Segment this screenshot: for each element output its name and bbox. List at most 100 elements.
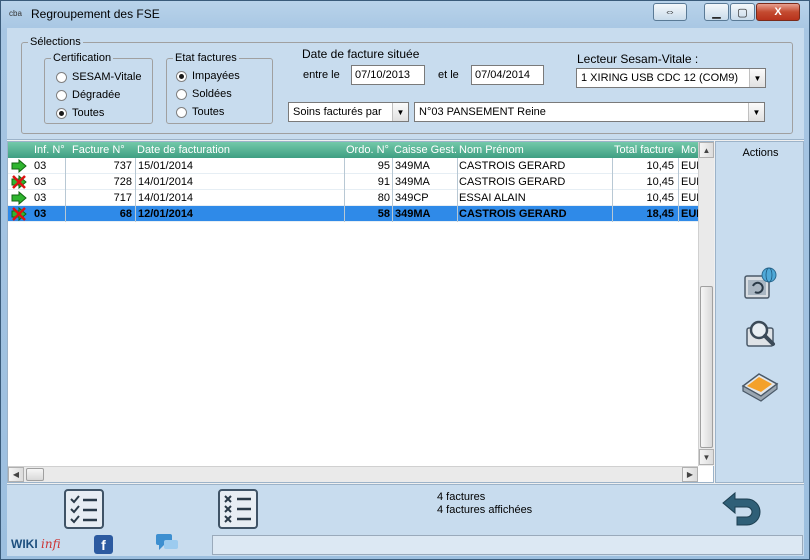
- restore-arrows-button[interactable]: ⇔: [653, 3, 687, 21]
- invoice-grid[interactable]: Inf. N° Facture N° Date de facturation O…: [7, 141, 714, 483]
- cell-caisse: 349MA: [395, 208, 431, 220]
- radio-impayees[interactable]: Impayées: [176, 70, 240, 82]
- radio-soldees[interactable]: Soldées: [176, 88, 232, 100]
- client-area: Sélections Certification SESAM-Vitale Dé…: [7, 28, 804, 556]
- actions-title: Actions: [742, 147, 779, 159]
- cell-caisse: 349MA: [395, 176, 430, 188]
- cell-date: 14/01/2014: [138, 176, 194, 188]
- cell-mo: EUR: [681, 192, 698, 204]
- scroll-down-icon[interactable]: ▼: [699, 449, 714, 465]
- col-date[interactable]: Date de facturation: [137, 144, 230, 156]
- soins-select[interactable]: Soins facturés par ▼: [288, 102, 409, 122]
- soins-value: Soins facturés par: [293, 106, 382, 118]
- column-divider: [65, 190, 66, 206]
- cell-ordo: 80: [377, 192, 390, 204]
- column-divider: [457, 206, 458, 222]
- radio-label: Dégradée: [72, 89, 121, 101]
- column-divider: [65, 174, 66, 190]
- minimize-button[interactable]: ▁: [704, 3, 729, 21]
- infi-text: infi: [41, 537, 61, 551]
- col-total[interactable]: Total facture: [614, 144, 674, 156]
- radio-indicator: [56, 89, 67, 101]
- app-icon: cba: [9, 9, 22, 18]
- etat-factures-title: Etat factures: [175, 52, 237, 64]
- column-divider: [65, 206, 66, 222]
- cell-facture: 717: [113, 192, 132, 204]
- cell-facture: 728: [113, 176, 132, 188]
- maximize-button[interactable]: ▢: [730, 3, 755, 21]
- radio-sesam-vitale[interactable]: SESAM-Vitale: [56, 71, 142, 83]
- column-divider: [344, 174, 345, 190]
- column-divider: [678, 174, 679, 190]
- window-title: Regroupement des FSE: [31, 7, 160, 21]
- column-divider: [135, 190, 136, 206]
- column-divider: [392, 190, 393, 206]
- scroll-thumb[interactable]: [700, 286, 713, 448]
- scroll-up-icon[interactable]: ▲: [699, 142, 714, 158]
- column-divider: [457, 158, 458, 174]
- wiki-infi-logo[interactable]: WIKI infi: [11, 537, 61, 551]
- cell-caisse: 349MA: [395, 160, 430, 172]
- uncheck-list-icon[interactable]: [217, 488, 259, 530]
- table-row[interactable]: 03 68 12/01/2014 58 349MA CASTROIS GERARD 18,4…: [8, 206, 698, 222]
- chevron-down-icon[interactable]: ▼: [748, 103, 764, 121]
- column-divider: [457, 190, 458, 206]
- col-mo[interactable]: Mo: [681, 144, 696, 156]
- col-facture[interactable]: Facture N°: [72, 144, 125, 156]
- chat-icon[interactable]: [155, 533, 179, 553]
- cell-inf: 03: [34, 176, 47, 188]
- reader-title: Lecteur Sesam-Vitale :: [577, 52, 699, 66]
- cell-date: 14/01/2014: [138, 192, 194, 204]
- cell-inf: 03: [34, 160, 47, 172]
- search-document-icon[interactable]: [739, 314, 781, 354]
- table-row[interactable]: 03 737 15/01/2014 95 349MA CASTROIS GERARD 10,…: [8, 158, 698, 174]
- chevron-down-icon[interactable]: ▼: [749, 69, 765, 87]
- radio-label: Toutes: [192, 106, 225, 118]
- chevron-down-icon[interactable]: ▼: [392, 103, 408, 121]
- radio-label: Toutes: [72, 107, 105, 119]
- practitioner-value: N°03 PANSEMENT Reine: [419, 106, 546, 118]
- certification-title: Certification: [53, 52, 112, 64]
- scroll-thumb[interactable]: [26, 468, 44, 481]
- app-window: cba Regroupement des FSE ⇔ ▁ ▢ X Sélecti…: [0, 0, 810, 560]
- checklist-icon[interactable]: [63, 488, 105, 530]
- green-arrow-icon: [11, 191, 27, 205]
- close-button[interactable]: X: [756, 3, 800, 21]
- vertical-scrollbar[interactable]: ▲ ▼: [698, 142, 714, 466]
- radio-indicator: [176, 88, 187, 100]
- radio-indicator: [56, 107, 67, 119]
- col-nom[interactable]: Nom Prénom: [459, 144, 524, 156]
- column-divider: [344, 190, 345, 206]
- refresh-globe-icon[interactable]: [739, 264, 781, 304]
- facebook-icon[interactable]: f: [94, 535, 113, 554]
- date-to-input[interactable]: 07/04/2014: [471, 65, 544, 85]
- reader-select[interactable]: 1 XIRING USB CDC 12 (COM9) ▼: [576, 68, 766, 88]
- cell-mo: EUR: [681, 160, 698, 172]
- radio-indicator: [176, 106, 187, 118]
- red-cross-icon: [11, 207, 27, 221]
- scroll-left-icon[interactable]: ◀: [8, 467, 24, 482]
- radio-label: SESAM-Vitale: [72, 71, 142, 83]
- col-caisse[interactable]: Caisse Gest.: [394, 144, 457, 156]
- radio-label: Soldées: [192, 88, 232, 100]
- scroll-right-icon[interactable]: ▶: [682, 467, 698, 482]
- practitioner-select[interactable]: N°03 PANSEMENT Reine ▼: [414, 102, 765, 122]
- cell-ordo: 58: [377, 208, 390, 220]
- column-divider: [344, 158, 345, 174]
- cell-ordo: 95: [377, 160, 390, 172]
- back-arrow-icon[interactable]: [717, 489, 765, 531]
- horizontal-scrollbar[interactable]: ◀ ▶: [8, 466, 698, 482]
- column-divider: [392, 174, 393, 190]
- col-ordo[interactable]: Ordo. N°: [346, 144, 389, 156]
- radio-certif-toutes[interactable]: Toutes: [56, 107, 104, 119]
- date-from-input[interactable]: 07/10/2013: [351, 65, 425, 85]
- filter-panel: Sélections Certification SESAM-Vitale Dé…: [7, 28, 804, 140]
- radio-degradee[interactable]: Dégradée: [56, 89, 120, 101]
- scanner-icon[interactable]: [739, 364, 781, 404]
- column-divider: [678, 206, 679, 222]
- radio-etat-toutes[interactable]: Toutes: [176, 106, 224, 118]
- cell-facture: 737: [113, 160, 132, 172]
- table-row[interactable]: 03 728 14/01/2014 91 349MA CASTROIS GERARD 10,…: [8, 174, 698, 190]
- table-row[interactable]: 03 717 14/01/2014 80 349CP ESSAI ALAIN 10,45 EU…: [8, 190, 698, 206]
- col-inf[interactable]: Inf. N°: [34, 144, 65, 156]
